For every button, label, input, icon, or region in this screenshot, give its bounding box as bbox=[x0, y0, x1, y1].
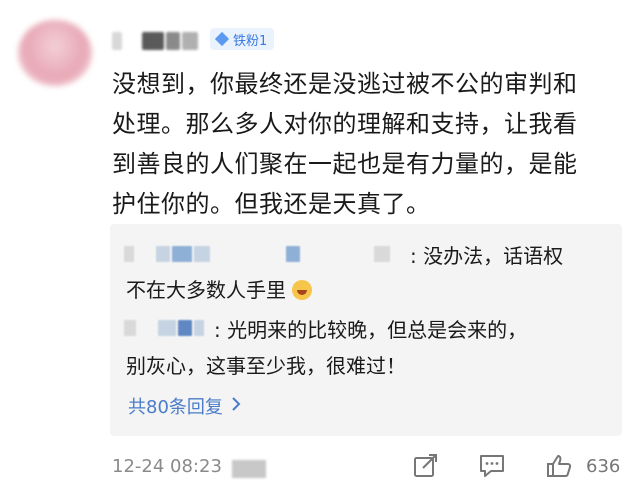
reply-text: : 光明来的比较晚，但总是会来的， bbox=[214, 318, 528, 342]
reply-username-redacted bbox=[158, 320, 176, 336]
reply-username-redacted bbox=[124, 320, 136, 336]
location-redacted bbox=[232, 460, 266, 478]
chevron-right-icon bbox=[231, 396, 241, 417]
reply-text-continued: 不在大多数人手里 bbox=[126, 275, 313, 305]
comment-icon[interactable] bbox=[479, 454, 505, 478]
comment-line: 护住你的。但我还是天真了。 bbox=[112, 190, 431, 218]
reply-text-continued: 别灰心，这事至少我，很难过！ bbox=[126, 354, 406, 378]
avatar[interactable] bbox=[18, 20, 92, 86]
reply-username-redacted bbox=[194, 246, 210, 262]
thumbs-up-icon[interactable] bbox=[546, 454, 572, 478]
username-redacted-part bbox=[182, 32, 198, 50]
like-count: 636 bbox=[586, 456, 621, 477]
comment-body: 没想到，你最终还是没逃过被不公的审判和 处理。那么多人对你的理解和支持，让我看 … bbox=[112, 64, 632, 224]
comment-timestamp: 12-24 08:23 bbox=[112, 456, 222, 477]
comment-line: 处理。那么多人对你的理解和支持，让我看 bbox=[112, 110, 578, 138]
reply-username-redacted bbox=[124, 246, 134, 262]
username-redacted-part bbox=[142, 32, 164, 50]
username-redacted-part bbox=[112, 32, 122, 50]
reply-username-redacted bbox=[194, 320, 204, 336]
fan-level-badge: 铁粉1 bbox=[210, 28, 275, 50]
reply-username-redacted bbox=[286, 246, 300, 262]
share-icon[interactable] bbox=[413, 454, 439, 478]
diamond-icon bbox=[214, 31, 230, 47]
reply-username-redacted bbox=[374, 246, 390, 262]
reply-username-redacted bbox=[178, 320, 192, 336]
reply-username-redacted bbox=[172, 246, 192, 262]
comment-line: 没想到，你最终还是没逃过被不公的审判和 bbox=[112, 70, 578, 98]
fan-level-label: 铁粉1 bbox=[233, 33, 268, 49]
reply-username-redacted bbox=[156, 246, 170, 262]
view-all-replies-link[interactable]: 共80条回复 bbox=[128, 393, 241, 419]
laughing-emoji-icon bbox=[292, 280, 313, 300]
reply-text: : 没办法，话语权 bbox=[410, 244, 564, 268]
view-all-replies-label: 共80条回复 bbox=[128, 397, 223, 418]
username-redacted-part bbox=[166, 32, 180, 50]
comment-line: 到善良的人们聚在一起也是有力量的，是能 bbox=[112, 150, 578, 178]
